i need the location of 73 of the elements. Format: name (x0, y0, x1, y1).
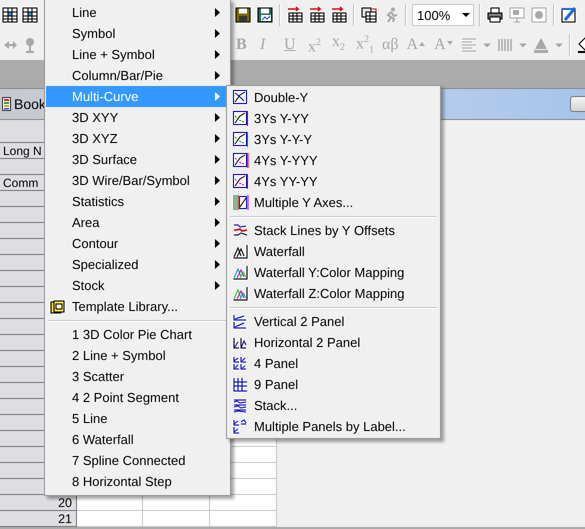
row-header: 21 (0, 511, 77, 527)
pen-icon[interactable] (560, 6, 578, 24)
submenu-item[interactable]: Vertical 2 Panel (228, 311, 439, 332)
spreadsheet-icon[interactable] (21, 6, 39, 24)
submenu-item[interactable]: Stack Lines by Y Offsets (228, 220, 439, 241)
menu-item[interactable]: Statistics (46, 191, 229, 212)
window-button[interactable] (570, 96, 585, 112)
panel-graph-icon (232, 355, 249, 372)
menu-item[interactable]: 2 Line + Symbol (46, 345, 229, 366)
table-cell (77, 495, 143, 511)
row-header: 20 (0, 495, 77, 511)
submenu-item[interactable]: 3Ys Y-Y-Y (228, 129, 439, 150)
submenu-item[interactable]: Multiple Panels by Label... (228, 416, 439, 437)
submenu-item[interactable]: 4Ys YY-YY (228, 171, 439, 192)
axes-graph-icon (232, 194, 249, 211)
menu-item[interactable]: 3 Scatter (46, 366, 229, 387)
table-cell (77, 511, 143, 527)
waterfall-icon (232, 243, 249, 260)
submenu-item[interactable]: Waterfall (228, 241, 439, 262)
table-arrow-icon[interactable] (308, 6, 326, 24)
stack-graph-icon (232, 397, 249, 414)
line-graph-icon (232, 173, 249, 190)
floppy-graph-icon[interactable] (256, 6, 274, 24)
panel-graph-icon (232, 376, 249, 393)
line-graph-icon (232, 89, 249, 106)
menu-item[interactable]: Specialized (46, 254, 229, 275)
submenu-item[interactable]: Horizontal 2 Panel (228, 332, 439, 353)
table-cell (210, 495, 277, 511)
table-arrow-icon[interactable] (286, 6, 304, 24)
table-cell (143, 511, 210, 527)
submenu-item[interactable]: 4Ys Y-YYY (228, 150, 439, 171)
menu-item[interactable]: Symbol (46, 23, 229, 44)
menu-item[interactable]: 6 Waterfall (46, 429, 229, 450)
waterfall-icon (232, 264, 249, 281)
menu-item[interactable]: Area (46, 212, 229, 233)
menu-item[interactable]: 7 Spline Connected (46, 450, 229, 471)
workbook-icon (2, 97, 11, 111)
window-title: Book (14, 96, 46, 112)
menu-item[interactable]: Template Library... (46, 296, 229, 317)
submenu-item[interactable]: Multiple Y Axes... (228, 192, 439, 213)
caret-icon[interactable] (461, 10, 471, 20)
submenu-item[interactable]: Stack... (228, 395, 439, 416)
template-icon (50, 300, 65, 314)
line-graph-icon (232, 110, 249, 127)
zoom-combo[interactable]: 100% (412, 4, 474, 26)
submenu-item[interactable]: Waterfall Y:Color Mapping (228, 262, 439, 283)
menu-item[interactable]: Line + Symbol (46, 44, 229, 65)
printer-icon[interactable] (486, 6, 504, 24)
spreadsheet-icon[interactable] (1, 6, 19, 24)
waterfall-icon (232, 285, 249, 302)
menu-item[interactable]: Column/Bar/Pie (46, 65, 229, 86)
submenu-item[interactable]: 9 Panel (228, 374, 439, 395)
menu-item[interactable]: 4 2 Point Segment (46, 387, 229, 408)
menu-item[interactable]: 3D XYY (46, 107, 229, 128)
save-icon[interactable] (234, 6, 252, 24)
copy-icon[interactable] (360, 6, 378, 24)
table-cell (143, 495, 210, 511)
submenu-item[interactable]: 3Ys Y-YY (228, 108, 439, 129)
table-arrow-icon[interactable] (330, 6, 348, 24)
panel-graph-icon (232, 418, 249, 435)
menu-item[interactable]: Line (46, 2, 229, 23)
table-cell (210, 511, 277, 527)
line-graph-icon (232, 152, 249, 169)
panel-graph-icon (232, 313, 249, 330)
menu-item[interactable]: Contour (46, 233, 229, 254)
menu-item[interactable]: 8 Horizontal Step (46, 471, 229, 492)
submenu-item[interactable]: 4 Panel (228, 353, 439, 374)
submenu-item[interactable]: Waterfall Z:Color Mapping (228, 283, 439, 304)
menu-item[interactable]: 1 3D Color Pie Chart (46, 324, 229, 345)
menu-item[interactable]: 5 Line (46, 408, 229, 429)
menu-item[interactable]: Stock (46, 275, 229, 296)
line-graph-icon (232, 131, 249, 148)
submenu-item[interactable]: Double-Y (228, 87, 439, 108)
